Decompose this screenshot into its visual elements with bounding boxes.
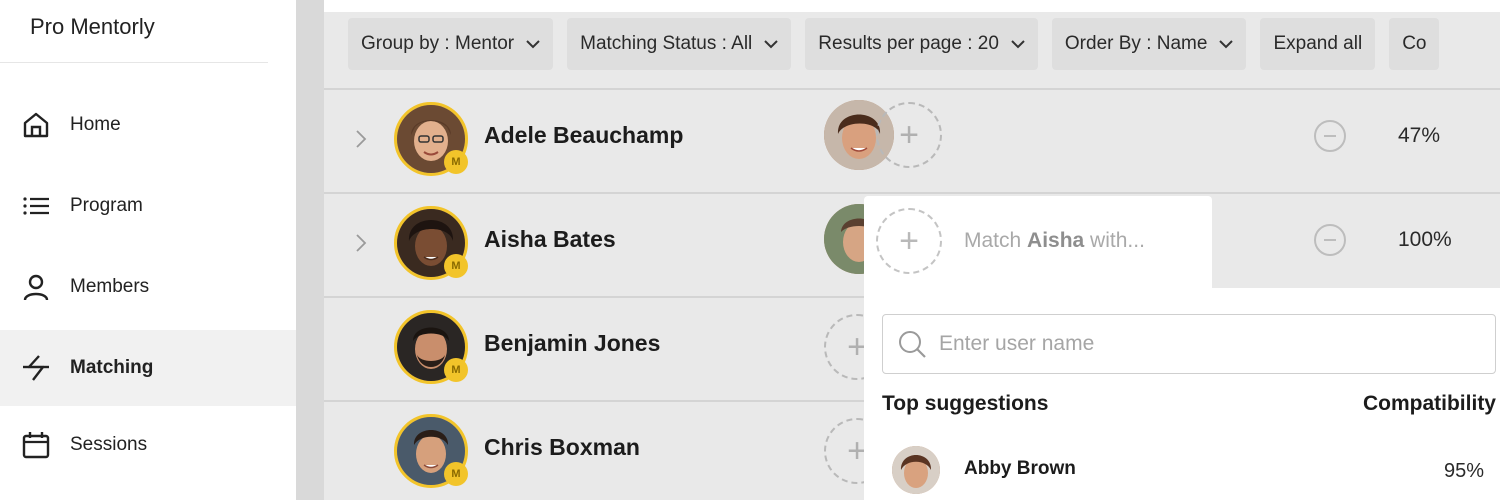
chevron-down-icon (1011, 39, 1025, 49)
mentor-name: Chris Boxman (484, 434, 640, 460)
sidebar-item-label: Home (70, 114, 121, 135)
matching-icon (20, 352, 52, 384)
mentor-row: M Adele Beauchamp + 47% (324, 88, 1500, 192)
list-icon (20, 190, 52, 222)
sidebar-item-label: Sessions (70, 434, 148, 455)
mentor-name: Adele Beauchamp (484, 122, 684, 148)
avatar (892, 446, 940, 494)
compatibility-heading: Compatibility (1362, 392, 1496, 415)
expand-all-button[interactable]: Expand all (1260, 18, 1376, 70)
matching-status-label: Matching Status : All (580, 33, 753, 54)
divider (0, 62, 268, 63)
user-search-field[interactable] (882, 314, 1496, 374)
sidebar-item-label: Members (70, 276, 150, 297)
sidebar-item-program[interactable]: Program (0, 168, 296, 244)
add-mentee-button[interactable]: + (876, 102, 942, 168)
chevron-down-icon (764, 39, 778, 49)
expand-all-label: Expand all (1273, 33, 1363, 54)
mentor-badge: M (444, 462, 468, 486)
sidebar-item-label: Matching (70, 357, 154, 378)
match-prompt: Match Aisha with... (964, 229, 1145, 252)
sidebar-item-label: Program (70, 195, 143, 216)
sidebar-item-matching[interactable]: Matching (0, 330, 296, 406)
sidebar: Pro Mentorly Home Program Members Matchi… (0, 0, 296, 500)
mentor-name: Aisha Bates (484, 226, 616, 252)
remove-match-button[interactable] (1314, 224, 1346, 256)
results-per-page-dropdown[interactable]: Results per page : 20 (805, 18, 1038, 70)
collapse-all-button[interactable]: Co (1389, 18, 1440, 70)
results-per-page-label: Results per page : 20 (818, 33, 999, 54)
mentor-name: Benjamin Jones (484, 330, 661, 356)
chevron-right-icon[interactable] (354, 232, 368, 254)
group-by-dropdown[interactable]: Group by : Mentor (348, 18, 554, 70)
scroll-gutter (296, 0, 324, 500)
match-popup-header: + Match Aisha with... (864, 196, 1212, 290)
home-icon (20, 109, 52, 141)
suggestion-item[interactable]: Abby Brown 95% (864, 438, 1500, 500)
mentor-badge: M (444, 150, 468, 174)
mentor-badge: M (444, 358, 468, 382)
matching-status-dropdown[interactable]: Matching Status : All (567, 18, 792, 70)
top-suggestions-heading: Top suggestions (882, 392, 1049, 415)
calendar-icon (20, 429, 52, 461)
match-target-name: Aisha (1027, 229, 1085, 252)
order-by-label: Order By : Name (1064, 33, 1208, 54)
order-by-dropdown[interactable]: Order By : Name (1051, 18, 1247, 70)
sidebar-item-home[interactable]: Home (0, 87, 296, 163)
mentor-badge: M (444, 254, 468, 278)
group-by-label: Group by : Mentor (361, 33, 515, 54)
add-mentee-button[interactable]: + (876, 208, 942, 274)
collapse-all-label: Co (1402, 33, 1427, 54)
search-icon (895, 327, 929, 361)
compatibility-percent: 47% (1398, 124, 1441, 147)
compatibility-percent: 100% (1398, 228, 1452, 251)
chevron-right-icon[interactable] (354, 128, 368, 150)
sidebar-item-members[interactable]: Members (0, 249, 296, 325)
suggestion-compatibility: 95% (1443, 460, 1484, 482)
search-input[interactable] (939, 332, 1479, 356)
remove-match-button[interactable] (1314, 120, 1346, 152)
brand-name: Pro Mentorly (30, 14, 155, 39)
chevron-down-icon (526, 39, 540, 49)
sidebar-item-sessions[interactable]: Sessions (0, 407, 296, 483)
user-icon (20, 271, 52, 303)
chevron-down-icon (1219, 39, 1234, 49)
match-popup: Top suggestions Compatibility Abby Brown… (864, 288, 1500, 500)
filter-toolbar: Group by : Mentor Matching Status : All … (348, 18, 1440, 70)
suggestion-name: Abby Brown (964, 458, 1076, 479)
